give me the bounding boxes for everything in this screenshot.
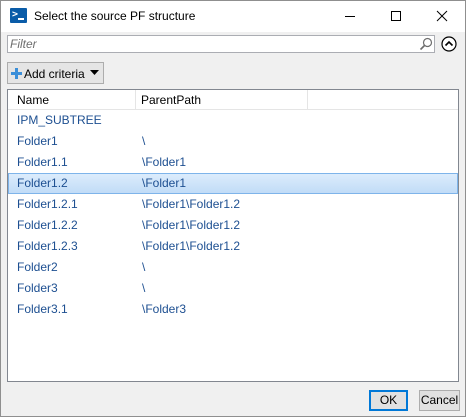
list-item[interactable]: Folder2 \ bbox=[8, 257, 458, 278]
item-parent-path: \Folder1 bbox=[142, 176, 187, 190]
list-item[interactable]: Folder1 \ bbox=[8, 131, 458, 152]
minimize-icon bbox=[345, 16, 355, 17]
folder-list[interactable]: Name ParentPath IPM_SUBTREE Folder1 \ Fo… bbox=[7, 89, 459, 382]
filter-box bbox=[7, 35, 435, 53]
minimize-button[interactable] bbox=[327, 1, 373, 32]
plus-icon bbox=[11, 68, 22, 79]
item-parent-path: \ bbox=[142, 134, 146, 148]
add-criteria-label: Add criteria bbox=[24, 67, 85, 81]
ok-button[interactable]: OK bbox=[369, 390, 408, 411]
list-item[interactable]: Folder3 \ bbox=[8, 278, 458, 299]
close-button[interactable] bbox=[419, 1, 465, 32]
item-parent-path: \Folder1\Folder1.2 bbox=[142, 197, 241, 211]
search-icon[interactable] bbox=[419, 37, 433, 51]
item-parent-path: \Folder3 bbox=[142, 302, 187, 316]
chevron-up-circle-icon bbox=[441, 36, 457, 52]
list-item[interactable]: Folder1.1 \Folder1 bbox=[8, 152, 458, 173]
item-parent-path: \Folder1\Folder1.2 bbox=[142, 218, 241, 232]
list-item[interactable]: Folder1.2.3 \Folder1\Folder1.2 bbox=[8, 236, 458, 257]
maximize-button[interactable] bbox=[373, 1, 419, 32]
dialog-window: > Select the source PF structure Filter … bbox=[0, 0, 466, 417]
item-parent-path: \Folder1 bbox=[142, 155, 187, 169]
item-parent-path: \Folder1\Folder1.2 bbox=[142, 239, 241, 253]
item-name: Folder2 bbox=[17, 260, 58, 274]
list-item-selected[interactable]: Folder1.2 \Folder1 bbox=[8, 173, 458, 194]
close-icon bbox=[436, 10, 448, 22]
item-name: Folder1.2 bbox=[17, 176, 68, 190]
powershell-icon: > bbox=[10, 8, 27, 23]
cancel-button[interactable]: Cancel bbox=[419, 390, 460, 411]
window-title: Select the source PF structure bbox=[34, 9, 196, 23]
item-name: Folder1.2.3 bbox=[17, 239, 78, 253]
title-bar: > Select the source PF structure bbox=[1, 1, 465, 32]
list-item[interactable]: Folder3.1 \Folder3 bbox=[8, 299, 458, 320]
column-headers: Name ParentPath bbox=[8, 90, 458, 110]
item-parent-path: \ bbox=[142, 281, 146, 295]
item-parent-path: \ bbox=[142, 260, 146, 274]
column-header-parentpath[interactable]: ParentPath bbox=[136, 90, 308, 109]
list-item[interactable]: IPM_SUBTREE bbox=[8, 110, 458, 131]
item-name: Folder1.2.1 bbox=[17, 197, 78, 211]
maximize-icon bbox=[391, 11, 401, 21]
add-criteria-button[interactable]: Add criteria bbox=[7, 62, 104, 84]
list-item[interactable]: Folder1.2.1 \Folder1\Folder1.2 bbox=[8, 194, 458, 215]
column-header-name[interactable]: Name bbox=[8, 90, 136, 109]
collapse-filter-button[interactable] bbox=[441, 36, 457, 52]
item-name: Folder1.2.2 bbox=[17, 218, 78, 232]
item-name: IPM_SUBTREE bbox=[17, 113, 102, 127]
list-item[interactable]: Folder1.2.2 \Folder1\Folder1.2 bbox=[8, 215, 458, 236]
caret-down-icon bbox=[90, 70, 99, 75]
list-rows: IPM_SUBTREE Folder1 \ Folder1.1 \Folder1… bbox=[8, 110, 458, 320]
item-name: Folder1.1 bbox=[17, 155, 68, 169]
item-name: Folder3.1 bbox=[17, 302, 68, 316]
filter-input[interactable] bbox=[10, 37, 410, 51]
item-name: Folder3 bbox=[17, 281, 58, 295]
item-name: Folder1 bbox=[17, 134, 58, 148]
